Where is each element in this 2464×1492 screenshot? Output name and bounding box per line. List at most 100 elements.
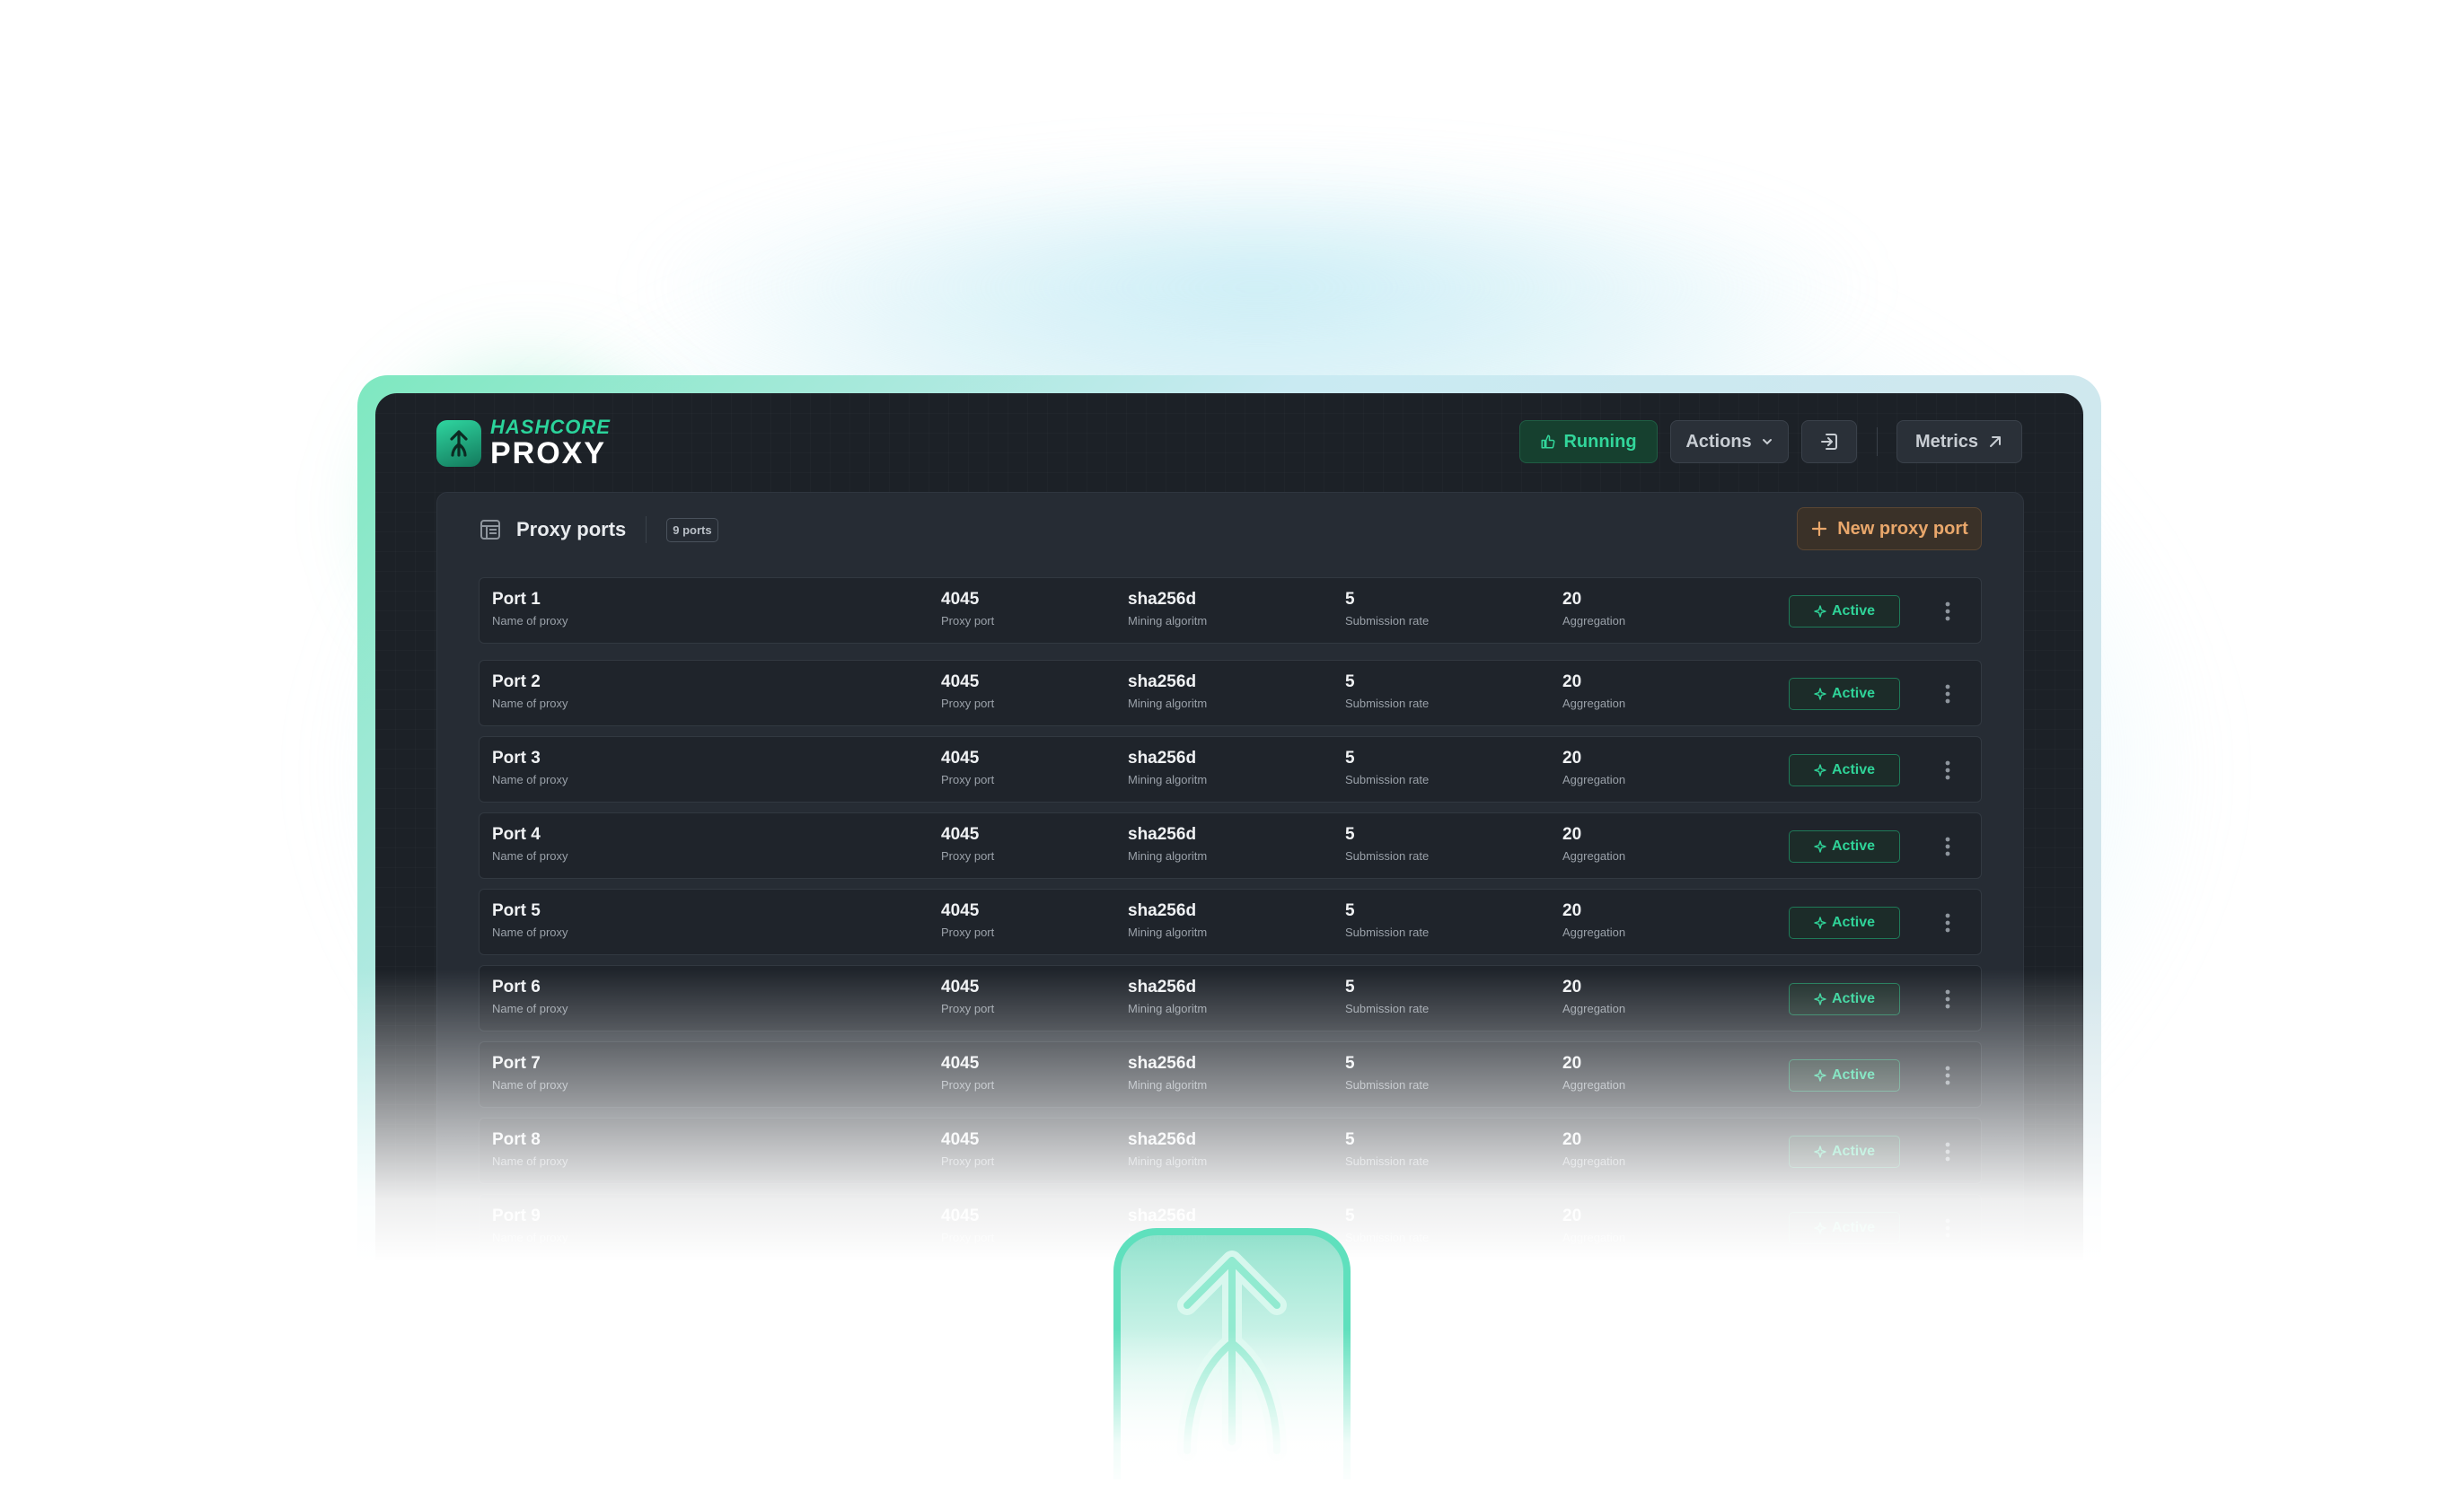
algo-sublabel: Mining algoritm <box>1128 926 1208 939</box>
title-divider <box>646 516 647 543</box>
plus-icon <box>1812 521 1827 537</box>
agg-sublabel: Aggregation <box>1562 926 1626 939</box>
status-label: Active <box>1831 762 1876 777</box>
icon-fade <box>1078 1329 1386 1492</box>
rate-value: 5 <box>1345 672 1355 691</box>
cell-name: Port 1 Name of proxy <box>492 591 568 627</box>
kebab-icon <box>1945 601 1950 621</box>
table-row[interactable]: Port 5 Name of proxy 4045 Proxy port sha256d… <box>479 889 1982 955</box>
table-row[interactable]: Port 4 Name of proxy 4045 Proxy port sha256d… <box>479 812 1982 879</box>
rate-sublabel: Submission rate <box>1345 773 1430 786</box>
port-value: 4045 <box>941 901 980 920</box>
brand-line1: HASHCORE <box>490 416 611 438</box>
rate-sublabel: Submission rate <box>1345 926 1430 939</box>
logo-icon <box>436 419 481 467</box>
brand-logo[interactable]: HASHCORE PROXY <box>436 417 611 469</box>
port-value: 4045 <box>941 590 980 609</box>
running-status-button[interactable]: Running <box>1519 420 1658 463</box>
algo-sublabel: Mining algoritm <box>1128 697 1208 710</box>
rate-value: 5 <box>1345 825 1355 844</box>
port-value: 4045 <box>941 825 980 844</box>
agg-value: 20 <box>1562 825 1582 844</box>
cell-port: 4045 Proxy port <box>941 591 994 627</box>
status-label: Active <box>1831 686 1876 701</box>
exit-button[interactable] <box>1801 420 1857 463</box>
status-label: Active <box>1831 915 1876 930</box>
algo-value: sha256d <box>1128 749 1197 768</box>
cell-rate: 5 Submission rate <box>1345 826 1429 862</box>
cell-agg: 20 Aggregation <box>1562 750 1625 785</box>
table-row[interactable]: Port 1 Name of proxy 4045 Proxy port sha256d… <box>479 577 1982 644</box>
kebab-icon <box>1945 913 1950 933</box>
actions-label: Actions <box>1685 431 1752 452</box>
new-proxy-port-label: New proxy port <box>1837 518 1968 539</box>
cell-algo: sha256d Mining algoritm <box>1128 673 1207 709</box>
status-badge[interactable]: Active <box>1789 595 1900 628</box>
port-sublabel: Proxy port <box>941 926 995 939</box>
port-value: 4045 <box>941 749 980 768</box>
algo-value: sha256d <box>1128 672 1197 691</box>
status-badge[interactable]: Active <box>1789 678 1900 710</box>
kebab-icon <box>1945 837 1950 856</box>
row-menu-button[interactable] <box>1934 598 1961 625</box>
metrics-label: Metrics <box>1914 431 1979 452</box>
row-menu-button[interactable] <box>1934 680 1961 707</box>
name-sublabel: Name of proxy <box>492 773 568 786</box>
rate-value: 5 <box>1345 901 1355 920</box>
port-sublabel: Proxy port <box>941 697 995 710</box>
table-row[interactable]: Port 3 Name of proxy 4045 Proxy port sha256d… <box>479 736 1982 803</box>
actions-dropdown[interactable]: Actions <box>1670 420 1789 463</box>
sparkle-icon <box>1814 840 1826 853</box>
port-sublabel: Proxy port <box>941 614 995 628</box>
row-menu-button[interactable] <box>1934 833 1961 860</box>
algo-value: sha256d <box>1128 901 1197 920</box>
status-badge[interactable]: Active <box>1789 907 1900 939</box>
table-icon <box>480 520 500 540</box>
cell-algo: sha256d Mining algoritm <box>1128 902 1207 938</box>
port-sublabel: Proxy port <box>941 849 995 863</box>
status-badge[interactable]: Active <box>1789 754 1900 786</box>
arrow-up-right-icon <box>1990 436 2002 447</box>
cell-algo: sha256d Mining algoritm <box>1128 750 1207 785</box>
cell-port: 4045 Proxy port <box>941 902 994 938</box>
sparkle-icon <box>1814 917 1826 929</box>
cell-rate: 5 Submission rate <box>1345 750 1429 785</box>
algo-value: sha256d <box>1128 825 1197 844</box>
kebab-icon <box>1945 684 1950 704</box>
algo-sublabel: Mining algoritm <box>1128 849 1208 863</box>
agg-value: 20 <box>1562 590 1582 609</box>
cell-name: Port 4 Name of proxy <box>492 826 568 862</box>
status-badge[interactable]: Active <box>1789 830 1900 863</box>
new-proxy-port-button[interactable]: New proxy port <box>1797 507 1982 550</box>
header-divider <box>1877 427 1878 456</box>
name-value: Port 1 <box>492 590 541 609</box>
status-label: Active <box>1831 603 1876 619</box>
cell-rate: 5 Submission rate <box>1345 591 1429 627</box>
name-value: Port 3 <box>492 749 541 768</box>
agg-value: 20 <box>1562 672 1582 691</box>
rate-value: 5 <box>1345 749 1355 768</box>
sparkle-icon <box>1814 605 1826 618</box>
cell-algo: sha256d Mining algoritm <box>1128 591 1207 627</box>
cell-name: Port 3 Name of proxy <box>492 750 568 785</box>
status-label: Active <box>1831 838 1876 854</box>
sparkle-icon <box>1814 688 1826 700</box>
row-menu-button[interactable] <box>1934 909 1961 936</box>
table-row[interactable]: Port 2 Name of proxy 4045 Proxy port sha256d… <box>479 660 1982 726</box>
row-menu-button[interactable] <box>1934 757 1961 784</box>
cell-algo: sha256d Mining algoritm <box>1128 826 1207 862</box>
name-sublabel: Name of proxy <box>492 614 568 628</box>
agg-sublabel: Aggregation <box>1562 614 1626 628</box>
cell-agg: 20 Aggregation <box>1562 902 1625 938</box>
cell-port: 4045 Proxy port <box>941 826 994 862</box>
chevron-down-icon <box>1762 439 1772 445</box>
cell-name: Port 5 Name of proxy <box>492 902 568 938</box>
panel-title: Proxy ports <box>516 518 627 540</box>
metrics-button[interactable]: Metrics <box>1896 420 2022 463</box>
agg-value: 20 <box>1562 901 1582 920</box>
cell-agg: 20 Aggregation <box>1562 673 1625 709</box>
cell-rate: 5 Submission rate <box>1345 673 1429 709</box>
name-value: Port 4 <box>492 825 541 844</box>
kebab-icon <box>1945 760 1950 780</box>
name-value: Port 5 <box>492 901 541 920</box>
